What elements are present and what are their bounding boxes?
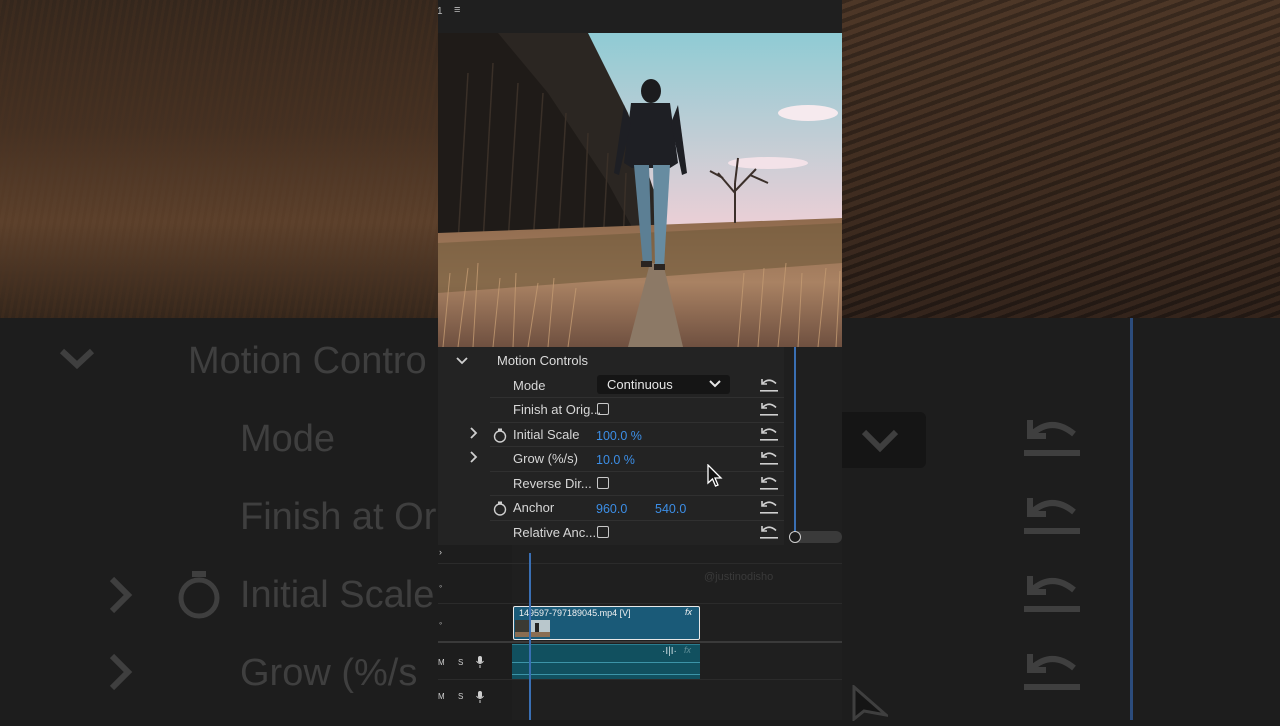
mode-dropdown[interactable]: Continuous — [597, 375, 730, 394]
initial-scale-row: Initial Scale 100.0 % — [438, 423, 784, 447]
zoom-scrollbar-handle[interactable] — [789, 531, 801, 543]
chevron-right-icon[interactable] — [470, 451, 478, 466]
waveform-icon: ·I|I· — [662, 646, 677, 657]
grow-row: Grow (%/s) 10.0 % — [438, 447, 784, 471]
initial-scale-label: Initial Scale — [513, 427, 580, 442]
finish-at-origin-checkbox[interactable] — [597, 403, 609, 415]
reset-icon[interactable] — [759, 499, 779, 520]
clip-thumbnail — [515, 620, 550, 637]
ghost-finish-label: Finish at Or — [240, 496, 437, 538]
eye-icon[interactable]: ◦ — [439, 618, 442, 628]
reset-icon[interactable] — [759, 524, 779, 545]
reset-icon[interactable] — [759, 450, 779, 471]
reset-icon[interactable] — [759, 401, 779, 422]
relative-anchor-row: Relative Anc... — [438, 521, 784, 545]
keyframe-area[interactable] — [784, 347, 842, 545]
relative-anchor-label: Relative Anc... — [513, 525, 597, 540]
ghost-chevron-right-icon — [108, 652, 134, 702]
solo-button[interactable]: S — [458, 692, 463, 701]
microphone-icon[interactable] — [476, 690, 484, 708]
hamburger-icon[interactable]: ≡ — [454, 4, 460, 16]
audio-channel-line — [512, 662, 700, 663]
grow-label: Grow (%/s) — [513, 451, 578, 466]
solo-button[interactable]: S — [458, 658, 463, 667]
video-audio-divider — [438, 641, 842, 643]
editor-panel: 1 ≡ Motion Controls Mode Continuous Fini… — [438, 0, 842, 720]
ec-playhead[interactable] — [794, 347, 796, 537]
program-monitor-preview[interactable] — [438, 33, 842, 347]
anchor-row: Anchor 960.0 540.0 — [438, 496, 784, 520]
reset-icon[interactable] — [759, 426, 779, 447]
reverse-direction-checkbox[interactable] — [597, 477, 609, 489]
video-clip-name: 149597-797189045.mp4 [V] — [519, 608, 631, 618]
track-divider — [438, 603, 842, 604]
ghost-playhead — [1130, 318, 1133, 720]
background-right-image — [842, 0, 1280, 318]
ghost-chevron-right-icon — [108, 575, 134, 625]
track-headers — [438, 545, 512, 720]
ghost-stopwatch-icon — [176, 568, 222, 630]
collapse-chevron-icon[interactable] — [456, 353, 468, 371]
background-left-image — [0, 0, 438, 318]
ghost-reset-icon — [1022, 648, 1082, 692]
mode-row: Mode Continuous — [438, 374, 784, 398]
stopwatch-icon[interactable] — [493, 428, 507, 448]
grow-value[interactable]: 10.0 % — [596, 453, 635, 467]
finish-at-origin-label: Finish at Orig... — [513, 402, 602, 417]
panel-tab-strip: 1 ≡ — [438, 0, 842, 34]
track-toggle-icon[interactable]: › — [439, 547, 442, 557]
initial-scale-value[interactable]: 100.0 % — [596, 429, 642, 443]
mouse-cursor-icon — [707, 463, 723, 493]
audio-channel-line — [512, 674, 700, 675]
ghost-reset-icon — [1022, 570, 1082, 614]
audio-clip[interactable]: ·I|I· fx — [512, 644, 700, 679]
zoom-scrollbar[interactable] — [789, 531, 842, 543]
reverse-direction-label: Reverse Dir... — [513, 476, 592, 491]
mute-button[interactable]: M — [438, 658, 445, 667]
ghost-motion-title: Motion Contro — [188, 340, 427, 382]
mute-button[interactable]: M — [438, 692, 445, 701]
ghost-grow-label: Grow (%/s — [240, 652, 418, 694]
timeline-panel: › ◦ ◦ M S M S @justinodisho 149597-79718… — [438, 545, 842, 720]
fx-badge[interactable]: fx — [685, 607, 692, 617]
anchor-y-value[interactable]: 540.0 — [655, 502, 686, 516]
timeline-playhead[interactable] — [529, 553, 531, 720]
anchor-x-value[interactable]: 960.0 — [596, 502, 627, 516]
chevron-right-icon[interactable] — [470, 427, 478, 442]
mode-dropdown-value: Continuous — [607, 377, 673, 392]
ghost-reset-icon — [1022, 492, 1082, 536]
reverse-direction-row: Reverse Dir... — [438, 472, 784, 496]
reset-icon[interactable] — [759, 475, 779, 496]
ghost-dropdown — [842, 412, 926, 468]
eye-icon[interactable]: ◦ — [439, 581, 442, 591]
track-divider — [438, 679, 842, 680]
relative-anchor-checkbox[interactable] — [597, 526, 609, 538]
video-clip[interactable]: 149597-797189045.mp4 [V] fx — [513, 606, 700, 640]
anchor-label: Anchor — [513, 500, 555, 515]
effect-controls-panel: Motion Controls Mode Continuous Finish a… — [438, 347, 842, 545]
motion-controls-title: Motion Controls — [497, 353, 589, 368]
ghost-chevron-down-icon — [58, 338, 96, 383]
ghost-initial-scale-label: Initial Scale — [240, 574, 435, 616]
track-divider — [438, 563, 842, 564]
ghost-mode-label: Mode — [240, 418, 336, 460]
chevron-down-icon — [709, 380, 721, 388]
finish-at-origin-row: Finish at Orig... — [438, 398, 784, 422]
watermark-text: @justinodisho — [704, 571, 774, 583]
track-number: 1 — [438, 6, 443, 17]
microphone-icon[interactable] — [476, 655, 484, 673]
stopwatch-icon[interactable] — [493, 501, 507, 521]
reset-icon[interactable] — [759, 377, 779, 398]
audio-fx-badge[interactable]: fx — [684, 645, 691, 655]
ghost-reset-icon — [1022, 414, 1082, 458]
mode-label: Mode — [513, 378, 546, 393]
